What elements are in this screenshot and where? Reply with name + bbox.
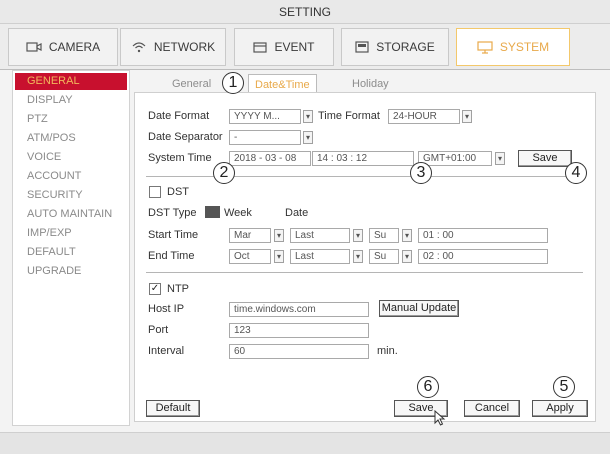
chevron-down-icon[interactable]: ▾ [353,229,363,242]
cancel-button[interactable]: Cancel [464,400,520,417]
callout-1: 1 [222,72,244,94]
time-format-select[interactable]: 24-HOUR [388,109,460,124]
timezone-select[interactable]: GMT+01:00 [418,151,492,166]
tab-label: STORAGE [376,40,435,54]
chevron-down-icon[interactable]: ▾ [462,110,472,123]
callout-3: 3 [410,162,432,184]
interval-label: Interval [148,345,185,357]
subtab-date-time[interactable]: Date&Time [248,74,317,94]
dst-label: DST [167,186,189,198]
sidebar-item-account[interactable]: ACCOUNT [15,168,127,185]
tab-event[interactable]: EVENT [234,28,334,66]
dst-type-date-label[interactable]: Date [285,207,308,219]
system-date-input[interactable]: 2018 - 03 - 08 [229,151,311,166]
sidebar-item-atm-pos[interactable]: ATM/POS [15,130,127,147]
storage-icon [355,41,369,53]
status-bar [0,432,610,454]
sidebar-item-imp-exp[interactable]: IMP/EXP [15,225,127,242]
divider [146,272,583,273]
dst-type-label: DST Type [148,207,197,219]
camera-icon [26,41,42,53]
chevron-down-icon[interactable]: ▾ [402,250,412,263]
window-title: SETTING [0,0,610,24]
sidebar-item-default[interactable]: DEFAULT [15,244,127,261]
callout-6: 6 [417,376,439,398]
end-month-select[interactable]: Oct [229,249,271,264]
start-day-select[interactable]: Su [369,228,399,243]
tab-label: EVENT [274,40,315,54]
port-input[interactable]: 123 [229,323,369,338]
date-format-label: Date Format [148,110,210,122]
ntp-label: NTP [167,283,189,295]
date-separator-label: Date Separator [148,131,223,143]
chevron-down-icon[interactable]: ▾ [402,229,412,242]
sidebar-item-security[interactable]: SECURITY [15,187,127,204]
start-time-label: Start Time [148,229,199,241]
subtab-holiday[interactable]: Holiday [352,74,389,94]
tab-storage[interactable]: STORAGE [341,28,449,66]
callout-4: 4 [565,162,587,184]
date-format-select[interactable]: YYYY M... [229,109,301,124]
end-time-input[interactable]: 02 : 00 [418,249,548,264]
port-label: Port [148,324,169,336]
host-ip-label: Host IP [148,303,185,315]
dst-checkbox[interactable] [149,186,161,198]
sidebar-item-ptz[interactable]: PTZ [15,111,127,128]
end-time-label: End Time [148,250,195,262]
end-week-select[interactable]: Last [290,249,350,264]
system-clock-input[interactable]: 14 : 03 : 12 [312,151,414,166]
sidebar: GENERAL DISPLAY PTZ ATM/POS VOICE ACCOUN… [12,70,130,426]
tab-label: SYSTEM [499,40,550,54]
chevron-down-icon[interactable]: ▾ [274,250,284,263]
subtab-general[interactable]: General [172,74,211,94]
chevron-down-icon[interactable]: ▾ [303,110,313,123]
ntp-checkbox[interactable]: ✓ [149,283,161,295]
sidebar-item-upgrade[interactable]: UPGRADE [15,263,127,280]
chevron-down-icon[interactable]: ▾ [353,250,363,263]
tab-label: NETWORK [153,40,216,54]
tab-network[interactable]: NETWORK [120,28,226,66]
chevron-down-icon[interactable]: ▾ [303,131,313,144]
event-icon [253,41,268,53]
tab-label: CAMERA [48,40,101,54]
start-time-input[interactable]: 01 : 00 [418,228,548,243]
callout-2: 2 [213,162,235,184]
system-time-label: System Time [148,152,212,164]
time-format-label: Time Format [318,110,380,122]
start-month-select[interactable]: Mar [229,228,271,243]
sidebar-item-general[interactable]: GENERAL [15,73,127,90]
default-button[interactable]: Default [146,400,200,417]
dst-type-week-label: Week [224,207,252,219]
interval-input[interactable]: 60 [229,344,369,359]
wifi-icon [131,41,147,53]
apply-button[interactable]: Apply [532,400,588,417]
chevron-down-icon[interactable]: ▾ [495,152,505,165]
mouse-cursor-icon [434,409,446,429]
monitor-icon [477,40,493,54]
tab-system[interactable]: SYSTEM [456,28,570,66]
dst-type-week-radio[interactable] [205,206,220,218]
end-day-select[interactable]: Su [369,249,399,264]
divider [146,176,583,177]
tab-camera[interactable]: CAMERA [8,28,118,66]
time-save-button[interactable]: Save [518,150,572,167]
sidebar-item-auto-maintain[interactable]: AUTO MAINTAIN [15,206,127,223]
manual-update-button[interactable]: Manual Update [379,300,459,317]
date-separator-select[interactable]: - [229,130,301,145]
sidebar-item-display[interactable]: DISPLAY [15,92,127,109]
start-week-select[interactable]: Last [290,228,350,243]
callout-5: 5 [553,376,575,398]
chevron-down-icon[interactable]: ▾ [274,229,284,242]
interval-unit: min. [377,345,398,357]
sidebar-item-voice[interactable]: VOICE [15,149,127,166]
host-ip-input[interactable]: time.windows.com [229,302,369,317]
